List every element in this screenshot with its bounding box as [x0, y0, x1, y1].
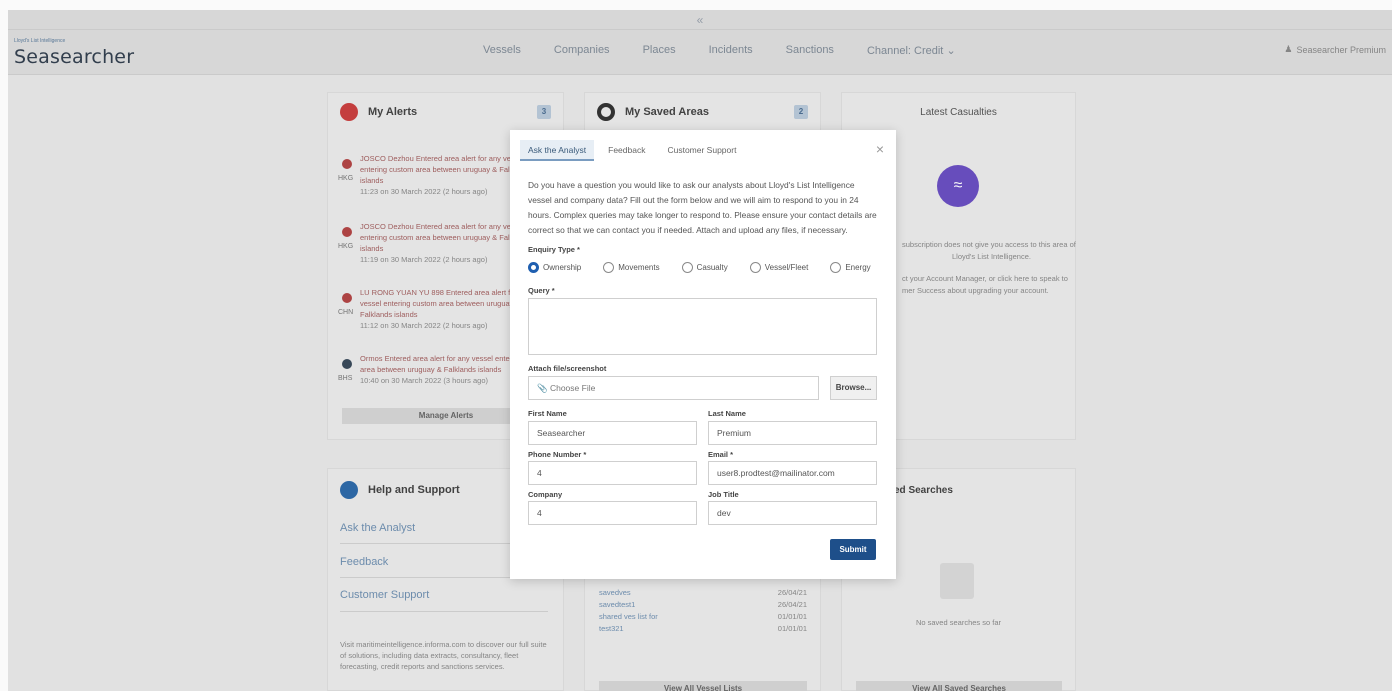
first-name-label: First Name: [528, 409, 567, 418]
radio-label: Vessel/Fleet: [764, 263, 809, 272]
last-name-field[interactable]: Premium: [708, 421, 877, 445]
email-field[interactable]: user8.prodtest@mailinator.com: [708, 461, 877, 485]
close-icon[interactable]: ×: [876, 142, 884, 156]
last-name-label: Last Name: [708, 409, 746, 418]
modal-intro-text: Do you have a question you would like to…: [528, 180, 877, 235]
choose-file-text: Choose File: [549, 383, 596, 393]
file-input[interactable]: 📎 Choose File: [528, 376, 819, 400]
ask-analyst-modal: Ask the Analyst Feedback Customer Suppor…: [510, 130, 896, 579]
radio-vessel-fleet[interactable]: Vessel/Fleet: [749, 262, 809, 273]
modal-tabs: Ask the Analyst Feedback Customer Suppor…: [520, 140, 744, 161]
submit-button[interactable]: Submit: [830, 539, 876, 560]
radio-empty-icon: [603, 262, 615, 273]
radio-label: Casualty: [696, 263, 728, 272]
radio-empty-icon: [681, 262, 693, 273]
query-textarea[interactable]: [528, 298, 877, 355]
email-label: Email *: [708, 450, 734, 459]
enquiry-type-label: Enquiry Type *: [528, 245, 580, 254]
radio-empty-icon: [830, 262, 842, 273]
radio-energy[interactable]: Energy: [830, 262, 871, 273]
radio-label: Ownership: [543, 263, 582, 272]
radio-casualty[interactable]: Casualty: [681, 262, 728, 273]
radio-label: Energy: [845, 263, 871, 272]
radio-selected-icon: [528, 262, 539, 273]
company-label: Company: [528, 490, 563, 499]
paperclip-icon: 📎: [537, 383, 548, 393]
radio-ownership[interactable]: Ownership: [528, 262, 581, 273]
tab-feedback[interactable]: Feedback: [600, 140, 653, 161]
phone-field[interactable]: 4: [528, 461, 697, 485]
company-field[interactable]: 4: [528, 501, 697, 525]
tab-customer-support[interactable]: Customer Support: [659, 140, 744, 161]
phone-label: Phone Number *: [528, 450, 587, 459]
job-title-label: Job Title: [708, 490, 739, 499]
radio-movements[interactable]: Movements: [603, 262, 660, 273]
tab-ask-analyst[interactable]: Ask the Analyst: [520, 140, 595, 161]
browse-button[interactable]: Browse...: [830, 376, 877, 400]
first-name-field[interactable]: Seasearcher: [528, 421, 697, 445]
radio-empty-icon: [749, 262, 761, 273]
query-label: Query *: [528, 286, 555, 295]
attach-label: Attach file/screenshot: [528, 364, 607, 373]
enquiry-type-group: Ownership Movements Casualty Vessel/Flee…: [528, 262, 871, 273]
job-title-field[interactable]: dev: [708, 501, 877, 525]
radio-label: Movements: [618, 263, 660, 272]
